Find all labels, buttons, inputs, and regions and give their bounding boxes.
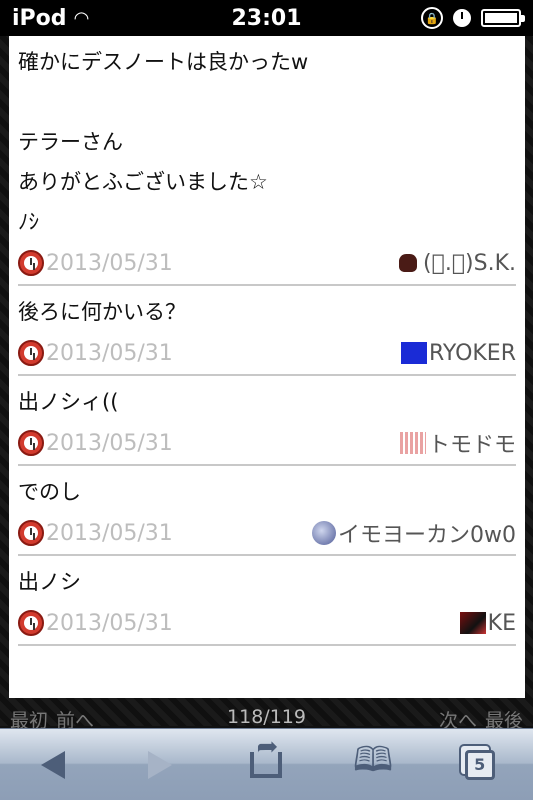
post-item: でのし 2013/05/31 イモヨーカン0w0: [18, 466, 516, 556]
post-date: 2013/05/31: [18, 610, 173, 636]
post-author[interactable]: KE: [459, 611, 516, 636]
tabs-button[interactable]: 5: [452, 740, 508, 790]
post-date: 2013/05/31: [18, 340, 173, 366]
post-item: 出ノシ 2013/05/31 KE: [18, 556, 516, 646]
post-meta: 2013/05/31 RYOKER: [18, 332, 516, 374]
post-date: 2013/05/31: [18, 520, 173, 546]
post-date-text: 2013/05/31: [46, 610, 173, 636]
post-text: 後ろに何かいる？: [18, 300, 186, 324]
alarm-clock-icon: [18, 430, 44, 456]
post-date: 2013/05/31: [18, 250, 173, 276]
post-item: 出ノシィ(( 2013/05/31 トモドモ: [18, 376, 516, 466]
post-item: 後ろに何かいる？ 2013/05/31 RYOKER: [18, 286, 516, 376]
forward-arrow-icon: [147, 750, 172, 779]
alarm-clock-icon: [18, 340, 44, 366]
status-bar: iPod ◠ 23:01 🔒: [0, 0, 533, 36]
avatar: [459, 612, 486, 634]
bookmarks-button[interactable]: 🕮: [345, 740, 401, 790]
avatar: [399, 254, 418, 272]
post-author-name[interactable]: KE: [488, 611, 516, 636]
avatar: [399, 432, 426, 454]
avatar: [312, 521, 336, 545]
post-text: でのし: [18, 480, 81, 504]
post-date-text: 2013/05/31: [46, 250, 173, 276]
pager-last-link[interactable]: 最後: [485, 706, 523, 730]
post-author[interactable]: RYOKER: [400, 341, 516, 366]
back-arrow-icon: [41, 750, 66, 779]
alarm-clock-icon: [18, 250, 44, 276]
post-date-text: 2013/05/31: [46, 520, 173, 546]
post-author[interactable]: トモドモ: [399, 427, 516, 459]
post-author-name[interactable]: RYOKER: [429, 341, 516, 366]
post-meta: 2013/05/31 トモドモ: [18, 422, 516, 464]
alarm-clock-icon: [18, 520, 44, 546]
alarm-clock-icon: [18, 610, 44, 636]
avatar: [400, 342, 427, 364]
post-author-name[interactable]: (ﾟ.ﾟ)S.K.: [423, 251, 516, 276]
post-meta: 2013/05/31 KE: [18, 602, 516, 644]
post-meta: 2013/05/31 イモヨーカン0w0: [18, 512, 516, 554]
back-button[interactable]: [25, 740, 81, 790]
post-date-text: 2013/05/31: [46, 430, 173, 456]
post-item: 確かにデスノートは良かったw テラーさん ありがとふございました☆ ﾉｼ 201…: [18, 36, 516, 286]
post-author[interactable]: (ﾟ.ﾟ)S.K.: [399, 251, 516, 276]
tabs-icon: 5: [464, 749, 495, 780]
post-text: 確かにデスノートは良かったw テラーさん ありがとふございました☆ ﾉｼ: [18, 50, 309, 234]
battery-icon: [481, 9, 525, 27]
pager-prev-link[interactable]: 前へ: [56, 706, 94, 730]
post-author-name[interactable]: イモヨーカン0w0: [338, 517, 516, 549]
share-button[interactable]: [238, 732, 294, 790]
post-date: 2013/05/31: [18, 430, 173, 456]
pager-right: 次へ 最後: [439, 706, 523, 730]
browser-toolbar: 🕮 5: [0, 728, 533, 800]
pager-position: 118/119: [227, 706, 306, 728]
post-author[interactable]: イモヨーカン0w0: [312, 517, 516, 549]
forward-button[interactable]: [132, 740, 188, 790]
posts-panel: 確かにデスノートは良かったw テラーさん ありがとふございました☆ ﾉｼ 201…: [9, 36, 525, 698]
post-meta: 2013/05/31 (ﾟ.ﾟ)S.K.: [18, 242, 516, 284]
post-author-name[interactable]: トモドモ: [428, 427, 516, 459]
pager-first-link[interactable]: 最初: [10, 706, 48, 730]
bookmarks-icon: 🕮: [353, 740, 394, 780]
alarm-status-icon: [453, 9, 471, 27]
share-icon: [250, 732, 283, 778]
pager: 最初 前へ 118/119 次へ 最後: [0, 706, 533, 730]
post-date-text: 2013/05/31: [46, 340, 173, 366]
pager-next-link[interactable]: 次へ: [439, 706, 477, 730]
post-text: 出ノシィ((: [18, 390, 119, 414]
pager-left: 最初 前へ: [10, 706, 94, 730]
post-text: 出ノシ: [18, 570, 81, 594]
